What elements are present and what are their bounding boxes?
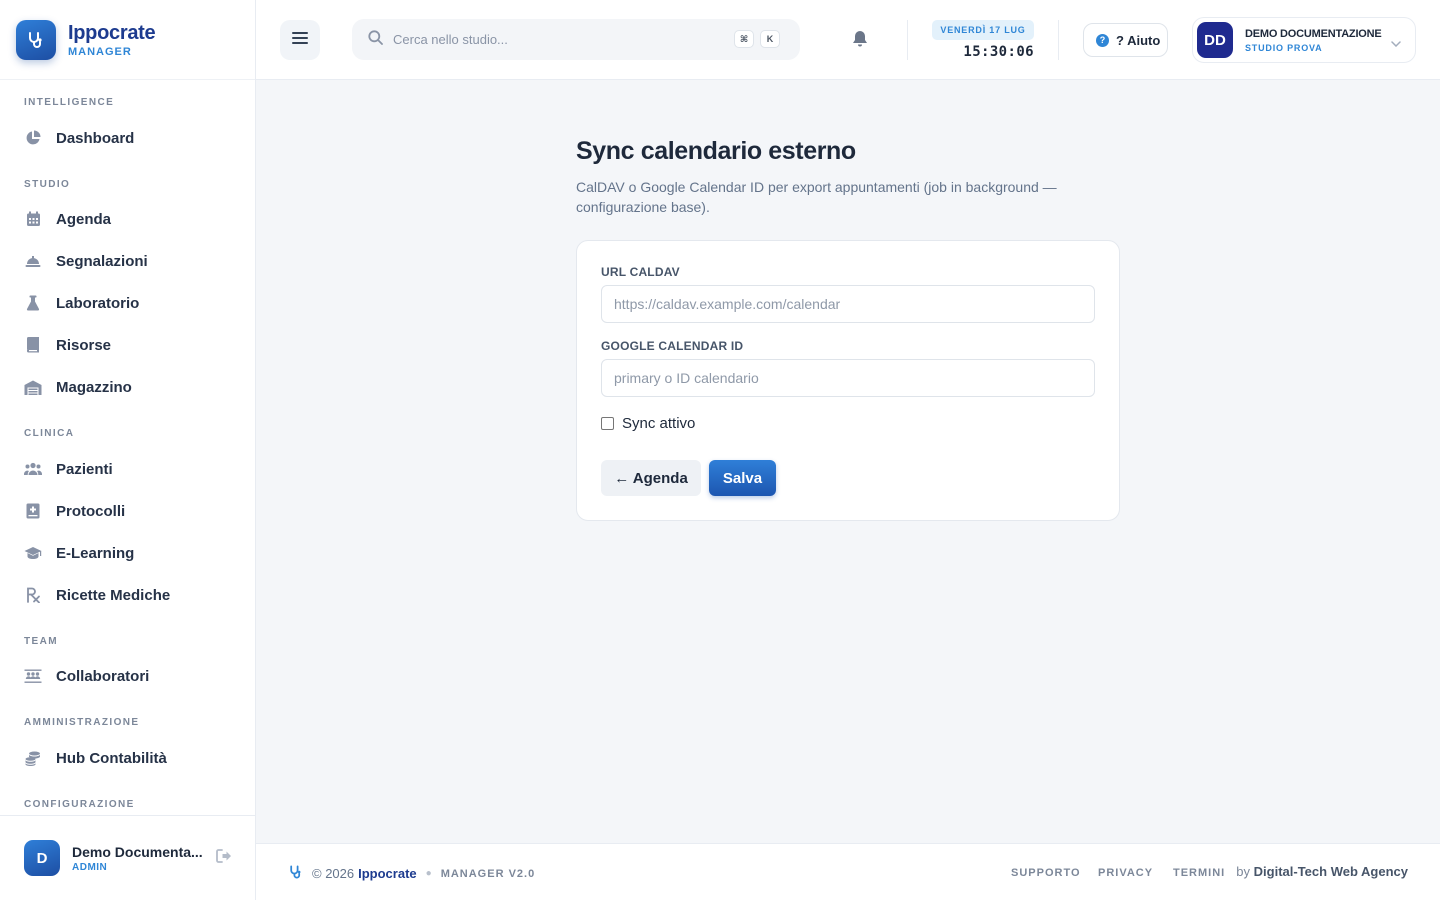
nav-section-team: TEAM [24,636,58,647]
date-time: VENERDÌ 17 LUG 15:30:06 [932,20,1034,60]
brand[interactable]: Ippocrate MANAGER [0,0,255,80]
footer-link-privacy[interactable]: PRIVACY [1098,867,1153,879]
sidebar-item-ricette-mediche[interactable]: Ricette Mediche [16,575,240,615]
sidebar-item-label: Dashboard [56,129,135,147]
sidebar-item-elearning[interactable]: E-Learning [16,533,240,573]
logout-icon[interactable] [216,848,232,868]
brand-name: Ippocrate [68,21,156,44]
kbd-command: ⌘ [734,30,754,48]
footer-brand[interactable]: Ippocrate [358,866,417,881]
page-title: Sync calendario esterno [576,137,856,165]
graduation-cap-icon [24,544,42,562]
sidebar-item-agenda[interactable]: Agenda [16,199,240,239]
question-icon: ? [1096,33,1109,47]
book-icon [24,336,42,354]
sidebar-item-protocolli[interactable]: Protocolli [16,491,240,531]
footer-version: MANAGER V2.0 [440,867,536,880]
sidebar-user-name: Demo Documenta... [72,843,203,860]
footer-copyright: © 2026 [312,866,355,881]
sync-active-label[interactable]: Sync attivo [622,415,695,432]
footer-link-supporto[interactable]: SUPPORTO [1011,867,1081,879]
sidebar-item-label: Segnalazioni [56,252,148,270]
caldav-url-input[interactable] [601,285,1095,323]
sidebar-item-label: Hub Contabilità [56,749,167,767]
flask-icon [24,294,42,312]
google-calendar-id-input[interactable] [601,359,1095,397]
divider [907,20,908,60]
footer: © 2026 Ippocrate ● MANAGER V2.0 SUPPORTO… [256,843,1440,900]
google-calendar-id-label: GOOGLE CALENDAR ID [601,339,744,353]
caldav-url-label: URL CALDAV [601,265,680,279]
page-description: CalDAV o Google Calendar ID per export a… [576,179,1057,215]
help-label: ? Aiuto [1116,32,1161,48]
nav-section-amministrazione: AMMINISTRAZIONE [24,717,140,728]
sidebar-item-label: Collaboratori [56,667,150,685]
sidebar-item-label: Agenda [56,210,112,228]
sidebar-item-label: Protocolli [56,502,126,520]
hamburger-icon [292,31,308,50]
sidebar-user: D Demo Documenta... ADMIN [0,815,255,900]
sidebar-item-magazzino[interactable]: Magazzino [16,367,240,407]
save-button[interactable]: Salva [709,460,776,496]
help-button[interactable]: ? ? Aiuto [1083,23,1168,57]
sidebar-item-label: Ricette Mediche [56,586,171,604]
footer-separator: ● [425,868,432,879]
sidebar-item-label: Laboratorio [56,294,140,312]
date-badge: VENERDÌ 17 LUG [932,20,1034,40]
sidebar-nav: INTELLIGENCE Dashboard STUDIO Agenda Seg… [0,80,255,816]
chevron-down-icon [1391,34,1401,52]
sidebar-user-role: ADMIN [72,861,108,873]
clock: 15:30:06 [963,44,1034,60]
search-bar[interactable]: ⌘ K [352,19,800,60]
topbar: ⌘ K VENERDÌ 17 LUG 15:30:06 ? ? Aiuto DD… [256,0,1440,80]
calendar-sync-form: URL CALDAV GOOGLE CALENDAR ID Sync attiv… [576,240,1120,521]
avatar: DD [1197,22,1233,58]
sidebar-item-laboratorio[interactable]: Laboratorio [16,283,240,323]
profile-studio: STUDIO PROVA [1245,42,1323,53]
footer-by: by [1236,864,1251,879]
sidebar-item-segnalazioni[interactable]: Segnalazioni [16,241,240,281]
nav-section-configurazione: CONFIGURAZIONE [24,799,135,810]
sidebar-item-label: Magazzino [56,378,132,396]
stethoscope-logo-icon [16,19,56,60]
sidebar-item-risorse[interactable]: Risorse [16,325,240,365]
profile-name: DEMO DOCUMENTAZIONE [1245,27,1382,40]
nav-section-studio: STUDIO [24,179,71,190]
divider [1058,20,1059,60]
sidebar-item-collaboratori[interactable]: Collaboratori [16,656,240,696]
sidebar-item-label: Risorse [56,336,112,354]
nav-section-clinica: CLINICA [24,428,75,439]
sidebar-item-label: Pazienti [56,460,113,478]
stethoscope-icon [288,864,304,883]
sync-active-checkbox[interactable] [601,417,614,430]
footer-link-termini[interactable]: TERMINI [1173,867,1225,879]
nav-section-intelligence: INTELLIGENCE [24,97,115,108]
kbd-k: K [760,30,780,48]
menu-toggle-button[interactable] [280,20,320,60]
back-to-agenda-button[interactable]: ← Agenda [601,460,701,496]
medical-book-icon [24,502,42,520]
sidebar-item-dashboard[interactable]: Dashboard [16,118,240,158]
warehouse-icon [24,378,42,396]
notifications-bell-icon[interactable] [852,30,868,53]
footer-credit: by Digital-Tech Web Agency [1236,864,1408,879]
sidebar-item-pazienti[interactable]: Pazienti [16,449,240,489]
calendar-icon [24,210,42,228]
users-icon [24,460,42,478]
search-input[interactable] [393,32,713,47]
search-icon [368,29,383,50]
footer-agency-link[interactable]: Digital-Tech Web Agency [1254,864,1408,879]
profile-menu[interactable]: DD DEMO DOCUMENTAZIONE STUDIO PROVA [1192,17,1416,63]
sidebar: Ippocrate MANAGER INTELLIGENCE Dashboard… [0,0,256,900]
coins-icon [24,749,42,767]
chart-pie-icon [24,129,42,147]
prescription-icon [24,586,42,604]
people-group-icon [24,667,42,685]
avatar[interactable]: D [24,840,60,876]
bell-service-icon [24,252,42,270]
sidebar-item-hub-contabilita[interactable]: Hub Contabilità [16,738,240,778]
sidebar-item-label: E-Learning [56,544,135,562]
sync-active-row: Sync attivo [601,415,695,432]
brand-subtitle: MANAGER [68,45,132,58]
